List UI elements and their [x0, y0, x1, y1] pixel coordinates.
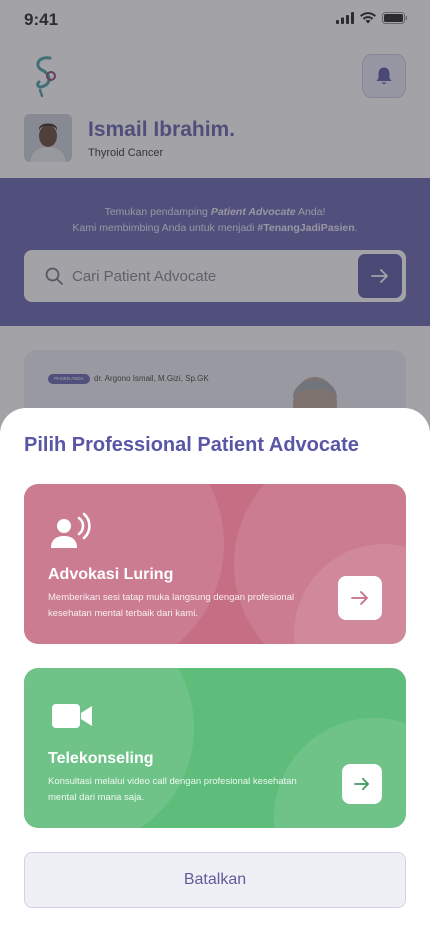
option-description: Memberikan sesi tatap muka langsung deng… [48, 592, 295, 619]
option-description: Konsultasi melalui video call dengan pro… [48, 776, 297, 803]
option-advokasi-luring[interactable]: Advokasi Luring Memberikan sesi tatap mu… [24, 484, 406, 644]
option-arrow-button[interactable] [342, 764, 382, 804]
arrow-right-icon [351, 591, 368, 605]
sheet-title: Pilih Professional Patient Advocate [24, 434, 359, 456]
bottom-sheet: Pilih Professional Patient Advocate Advo… [0, 408, 430, 932]
person-speaking-icon [51, 512, 91, 548]
decor-circle [274, 718, 406, 828]
option-arrow-button[interactable] [338, 576, 382, 620]
option-title: Advokasi Luring [48, 566, 174, 583]
option-title: Telekonseling [48, 750, 154, 767]
option-telekonseling[interactable]: Telekonseling Konsultasi melalui video c… [24, 668, 406, 828]
video-camera-icon [52, 704, 92, 728]
home-screen: 9:41 [0, 0, 430, 932]
arrow-right-icon [354, 777, 369, 791]
cancel-button[interactable]: Batalkan [24, 852, 406, 908]
